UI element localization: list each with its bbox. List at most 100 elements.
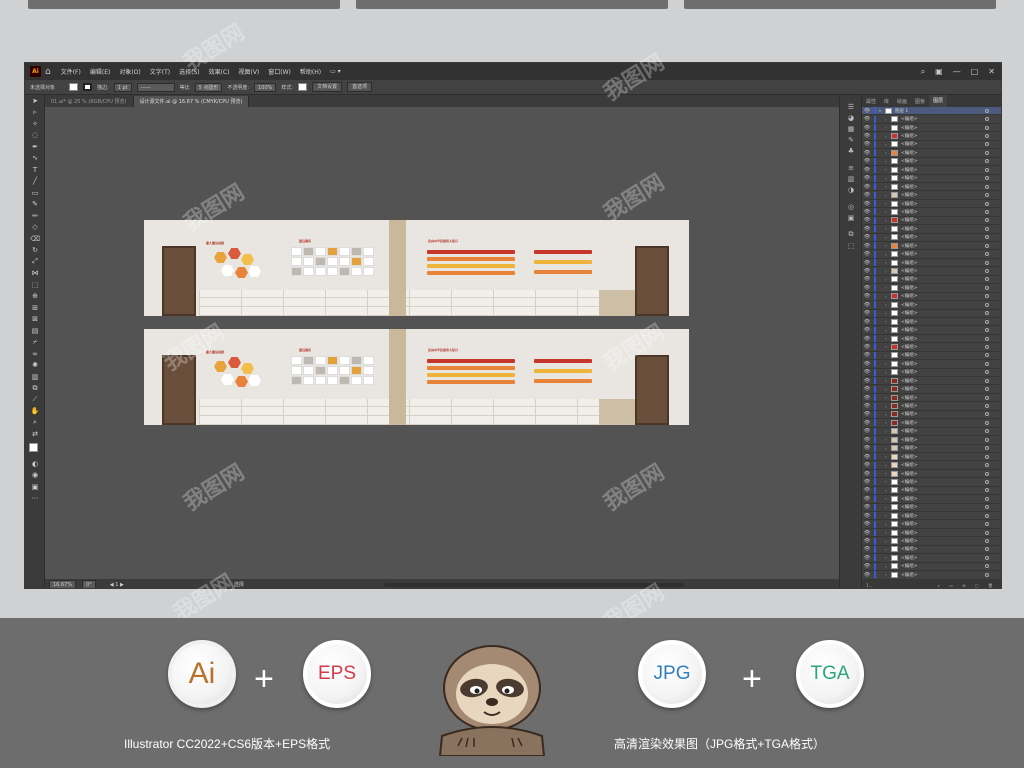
visibility-eye-icon[interactable]: 👁 bbox=[862, 496, 872, 502]
visibility-eye-icon[interactable]: 👁 bbox=[862, 454, 872, 460]
target-icon[interactable] bbox=[985, 429, 989, 434]
symbols-icon[interactable]: ♣ bbox=[840, 145, 862, 156]
target-icon[interactable] bbox=[985, 319, 989, 324]
target-icon[interactable] bbox=[985, 134, 989, 139]
target-icon[interactable] bbox=[985, 463, 989, 468]
visibility-eye-icon[interactable]: 👁 bbox=[862, 336, 872, 342]
sublayer-row[interactable]: 👁›<编组> bbox=[862, 410, 1001, 420]
visibility-eye-icon[interactable]: 👁 bbox=[862, 184, 872, 190]
sublayer-row[interactable]: 👁›<编组> bbox=[862, 461, 1001, 470]
gradient-tool-icon[interactable]: ▤ bbox=[25, 325, 45, 337]
magic-wand-tool-icon[interactable]: ✧ bbox=[25, 118, 45, 130]
visibility-eye-icon[interactable]: 👁 bbox=[862, 302, 872, 308]
visibility-eye-icon[interactable]: 👁 bbox=[862, 352, 872, 358]
sublayer-row[interactable]: 👁›<编组> bbox=[862, 343, 1001, 352]
visibility-eye-icon[interactable]: 👁 bbox=[862, 504, 872, 510]
sublayer-row[interactable]: 👁›<编组> bbox=[862, 149, 1001, 158]
mesh-tool-icon[interactable]: ⊠ bbox=[25, 314, 45, 326]
target-icon[interactable] bbox=[985, 564, 989, 569]
stroke-icon[interactable]: ≡ bbox=[840, 162, 862, 173]
visibility-eye-icon[interactable]: 👁 bbox=[862, 395, 872, 401]
target-icon[interactable] bbox=[985, 387, 989, 392]
close-icon[interactable]: ✕ bbox=[988, 67, 995, 76]
search-icon[interactable]: ⌕ bbox=[921, 67, 925, 77]
target-icon[interactable] bbox=[985, 302, 989, 307]
visibility-eye-icon[interactable]: 👁 bbox=[862, 201, 872, 207]
rotate-view-field[interactable]: 0° bbox=[82, 580, 96, 588]
visibility-eye-icon[interactable]: 👁 bbox=[862, 158, 872, 164]
visibility-eye-icon[interactable]: 👁 bbox=[862, 293, 872, 299]
shaper-tool-icon[interactable]: ◇ bbox=[25, 222, 45, 234]
sublayer-row[interactable]: 👁›<编组> bbox=[862, 453, 1001, 462]
target-icon[interactable] bbox=[985, 404, 989, 409]
target-icon[interactable] bbox=[985, 125, 989, 130]
target-icon[interactable] bbox=[985, 522, 989, 527]
color-icon[interactable]: ◕ bbox=[840, 112, 862, 123]
sublayer-row[interactable]: 👁›<编组> bbox=[862, 132, 1001, 141]
layer-row[interactable]: 👁 ▾ 图层 1 bbox=[862, 107, 1001, 116]
minimize-icon[interactable]: — bbox=[953, 67, 961, 76]
sublayer-row[interactable]: 👁›<编组> bbox=[862, 436, 1001, 445]
artboard-2[interactable]: 重大建设成就 望远镜系 走向中华民族伟大复兴 bbox=[144, 329, 689, 425]
visibility-eye-icon[interactable]: 👁 bbox=[862, 285, 872, 291]
swatches-icon[interactable]: ▦ bbox=[840, 123, 862, 134]
target-icon[interactable] bbox=[985, 471, 989, 476]
visibility-eye-icon[interactable]: 👁 bbox=[862, 276, 872, 282]
line-tool-icon[interactable]: ╱ bbox=[25, 176, 45, 188]
visibility-eye-icon[interactable]: 👁 bbox=[862, 234, 872, 240]
target-icon[interactable] bbox=[985, 378, 989, 383]
sublayer-row[interactable]: 👁›<编组> bbox=[862, 318, 1001, 327]
visibility-eye-icon[interactable]: 👁 bbox=[862, 378, 872, 384]
screen-mode-icon[interactable]: ▣ bbox=[25, 481, 45, 493]
target-icon[interactable] bbox=[985, 555, 989, 560]
target-icon[interactable] bbox=[985, 243, 989, 248]
sublayer-row[interactable]: 👁›<编组> bbox=[862, 216, 1001, 226]
visibility-eye-icon[interactable]: 👁 bbox=[862, 471, 872, 477]
sublayer-row[interactable]: 👁›<编组> bbox=[862, 512, 1001, 521]
target-icon[interactable] bbox=[985, 328, 989, 333]
tab-draw[interactable]: 绘画 bbox=[893, 98, 911, 105]
tab-document-2[interactable]: 设计源文件.ai @ 16.67 % (CMYK/CPU 预览) bbox=[133, 96, 250, 107]
rotate-tool-icon[interactable]: ↻ bbox=[25, 245, 45, 257]
target-icon[interactable] bbox=[985, 159, 989, 164]
sublayer-row[interactable]: 👁›<编组> bbox=[862, 419, 1001, 428]
free-transform-tool-icon[interactable]: ⬚ bbox=[25, 279, 45, 291]
target-icon[interactable] bbox=[985, 260, 989, 265]
swap-colors-icon[interactable]: ⇄ bbox=[25, 429, 45, 441]
menu-object[interactable]: 对象(O) bbox=[119, 67, 140, 76]
properties-icon[interactable]: ☰ bbox=[840, 101, 862, 112]
maximize-icon[interactable]: □ bbox=[971, 67, 979, 76]
sublayer-row[interactable]: 👁›<编组> bbox=[862, 520, 1001, 529]
eraser-tool-icon[interactable]: ⌫ bbox=[25, 233, 45, 245]
canvas-area[interactable]: 重大建设成就 望远镜系 走向中华民族伟大复兴 重大建设成就 望远镜系 走向中华民… bbox=[45, 107, 839, 579]
target-icon[interactable] bbox=[985, 235, 989, 240]
target-icon[interactable] bbox=[985, 142, 989, 147]
pen-tool-icon[interactable]: ✒ bbox=[25, 141, 45, 153]
paintbrush-tool-icon[interactable]: ✎ bbox=[25, 199, 45, 211]
sublayer-row[interactable]: 👁›<编组> bbox=[862, 360, 1001, 369]
sublayer-row[interactable]: 👁›<编组> bbox=[862, 529, 1001, 538]
target-icon[interactable] bbox=[985, 572, 989, 577]
sublayer-row[interactable]: 👁›<编组> bbox=[862, 301, 1001, 310]
tab-properties[interactable]: 属性 bbox=[862, 98, 880, 105]
opacity-field[interactable]: 100% bbox=[254, 82, 277, 92]
sublayer-row[interactable]: 👁›<编组> bbox=[862, 486, 1001, 496]
zoom-field[interactable]: 16.67% bbox=[49, 580, 77, 588]
target-icon[interactable] bbox=[985, 412, 989, 417]
pencil-tool-icon[interactable]: ✏ bbox=[25, 210, 45, 222]
style-swatch[interactable] bbox=[298, 83, 308, 91]
target-icon[interactable] bbox=[985, 547, 989, 552]
target-icon[interactable] bbox=[985, 496, 989, 501]
visibility-eye-icon[interactable]: 👁 bbox=[862, 411, 872, 417]
horizontal-scrollbar[interactable] bbox=[383, 582, 684, 587]
sublayer-row[interactable]: 👁›<编组> bbox=[862, 394, 1001, 403]
sublayer-row[interactable]: 👁›<编组> bbox=[862, 368, 1001, 377]
visibility-eye-icon[interactable]: 👁 bbox=[862, 243, 872, 249]
variable-width-field[interactable]: —— bbox=[136, 82, 175, 92]
direct-selection-tool-icon[interactable]: ▹ bbox=[25, 107, 45, 119]
visibility-eye-icon[interactable]: 👁 bbox=[862, 530, 872, 536]
workspace-icon[interactable]: ▭ ▾ bbox=[330, 68, 341, 75]
visibility-eye-icon[interactable]: 👁 bbox=[862, 133, 872, 139]
visibility-eye-icon[interactable]: 👁 bbox=[862, 327, 872, 333]
hand-tool-icon[interactable]: ✋ bbox=[25, 406, 45, 418]
